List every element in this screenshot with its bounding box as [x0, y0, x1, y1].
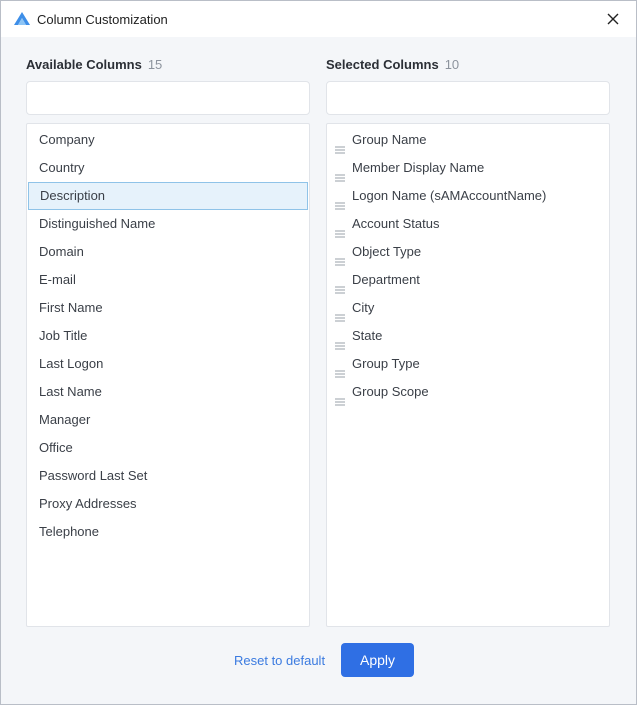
available-column-item[interactable]: Company — [27, 126, 309, 154]
selected-column-label: Object Type — [352, 244, 422, 259]
available-column-item[interactable]: Distinguished Name — [27, 210, 309, 238]
drag-handle-icon[interactable] — [335, 304, 345, 322]
selected-column-label: Group Scope — [352, 384, 429, 399]
selected-column-item[interactable]: Group Scope — [327, 378, 609, 406]
drag-handle-icon[interactable] — [335, 220, 345, 238]
selected-column-item[interactable]: Logon Name (sAMAccountName) — [327, 182, 609, 210]
apply-button[interactable]: Apply — [341, 643, 414, 677]
available-column-item[interactable]: Manager — [27, 406, 309, 434]
available-columns-list: Company Country Description Distinguished N… — [26, 123, 310, 627]
available-column-item[interactable]: Last Name — [27, 378, 309, 406]
selected-column-label: Member Display Name — [352, 160, 485, 175]
selected-columns-list: Group Name Member Display Name Logon Name … — [326, 123, 610, 627]
selected-column-item[interactable]: Department — [327, 266, 609, 294]
available-column-item[interactable]: Country — [27, 154, 309, 182]
selected-column-item[interactable]: Group Type — [327, 350, 609, 378]
close-icon[interactable] — [604, 10, 622, 28]
selected-column-label: Group Type — [352, 356, 420, 371]
available-column-item[interactable]: E-mail — [27, 266, 309, 294]
available-columns-heading: Available Columns 15 — [26, 57, 162, 72]
available-column-item[interactable]: Office — [27, 434, 309, 462]
selected-column-item[interactable]: State — [327, 322, 609, 350]
available-columns-count: 15 — [147, 57, 163, 72]
available-column-item[interactable]: Domain — [27, 238, 309, 266]
available-columns-search-input[interactable] — [26, 81, 310, 115]
selected-columns-title: Selected Columns — [326, 57, 439, 72]
selected-column-label: Logon Name (sAMAccountName) — [352, 188, 547, 203]
selected-column-item[interactable]: City — [327, 294, 609, 322]
column-customization-dialog: Column Customization Available Columns 15… — [0, 0, 637, 705]
selected-column-label: Account Status — [352, 216, 440, 231]
selected-column-label: State — [352, 328, 383, 343]
available-column-item[interactable]: Proxy Addresses — [27, 490, 309, 518]
dialog-title: Column Customization — [37, 11, 168, 27]
selected-column-label: Group Name — [352, 132, 427, 147]
available-columns-title: Available Columns — [26, 57, 142, 72]
selected-column-item[interactable]: Account Status — [327, 210, 609, 238]
drag-handle-icon[interactable] — [335, 248, 345, 266]
selected-columns-count: 10 — [444, 57, 460, 72]
drag-handle-icon[interactable] — [335, 360, 345, 378]
drag-handle-icon[interactable] — [335, 136, 345, 154]
selected-columns-search-input[interactable] — [326, 81, 610, 115]
selected-column-item[interactable]: Member Display Name — [327, 154, 609, 182]
dialog-titlebar: Column Customization — [1, 1, 636, 37]
selected-column-label: City — [352, 300, 375, 315]
available-column-item[interactable]: Description — [28, 182, 308, 210]
selected-columns-heading: Selected Columns 10 — [326, 57, 459, 72]
drag-handle-icon[interactable] — [335, 388, 345, 406]
reset-to-default-link[interactable]: Reset to default — [234, 653, 325, 668]
drag-handle-icon[interactable] — [335, 164, 345, 182]
dialog-footer: Reset to default Apply — [1, 643, 636, 679]
selected-column-item[interactable]: Group Name — [327, 126, 609, 154]
selected-column-label: Department — [352, 272, 420, 287]
available-column-item[interactable]: Last Logon — [27, 350, 309, 378]
drag-handle-icon[interactable] — [335, 332, 345, 350]
available-column-item[interactable]: First Name — [27, 294, 309, 322]
drag-handle-icon[interactable] — [335, 276, 345, 294]
selected-column-item[interactable]: Object Type — [327, 238, 609, 266]
available-column-item[interactable]: Job Title — [27, 322, 309, 350]
app-logo-icon — [13, 11, 31, 27]
available-column-item[interactable]: Telephone — [27, 518, 309, 546]
available-column-item[interactable]: Password Last Set — [27, 462, 309, 490]
drag-handle-icon[interactable] — [335, 192, 345, 210]
